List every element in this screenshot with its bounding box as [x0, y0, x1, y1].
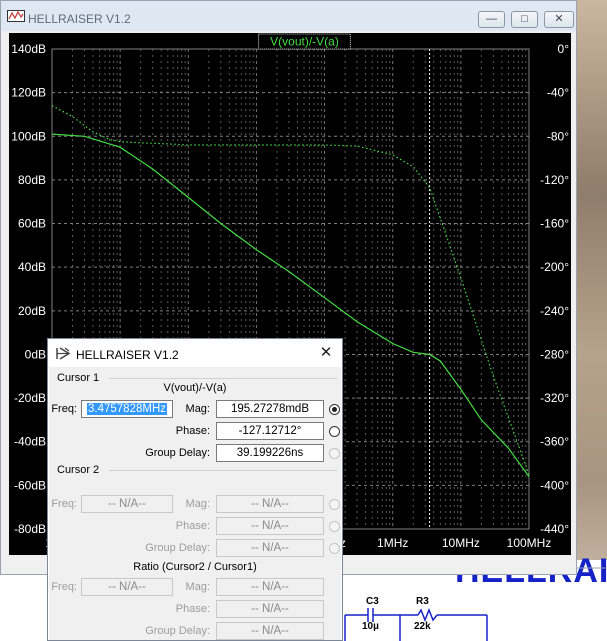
cursor1-mag-radio[interactable]	[329, 404, 340, 415]
y-tick-label-right: -80°	[547, 129, 569, 143]
y-tick-label-right: -400°	[540, 478, 569, 492]
cursor1-freq-field[interactable]: 3.4757828MHz	[81, 400, 173, 418]
maximize-icon: □	[521, 13, 528, 25]
close-icon: ✕	[319, 344, 333, 361]
x-tick-label: 1MHz	[377, 536, 408, 550]
ratio-freq-field[interactable]: -- N/A--	[81, 578, 173, 596]
opamp-app-icon	[56, 347, 71, 360]
y-tick-label-left: -60dB	[14, 478, 46, 492]
cursor1-mag-field[interactable]: 195.27278mdB	[216, 400, 324, 418]
desktop-background	[577, 0, 607, 641]
close-icon: ✕	[554, 13, 564, 25]
cursor1-freq-value: 3.4757828MHz	[87, 403, 167, 415]
y-tick-label-right: -320°	[540, 391, 569, 405]
y-tick-label-left: 60dB	[18, 217, 46, 231]
cursor1-freq-label: Freq:	[51, 403, 77, 415]
y-tick-label-left: -20dB	[14, 391, 46, 405]
cursor2-group-label: Cursor 2	[57, 464, 100, 476]
cursor-dialog-titlebar[interactable]: HELLRAISER V1.2 ✕	[48, 339, 342, 367]
schematic-r3-ref: R3	[416, 596, 429, 607]
schematic-r3-value: 22k	[414, 621, 431, 632]
waveform-app-icon	[7, 10, 25, 22]
dialog-close-button[interactable]: ✕	[318, 345, 334, 361]
cursor2-phase-radio[interactable]	[329, 521, 340, 532]
cursor2-delay-radio[interactable]	[329, 543, 340, 554]
minimize-button[interactable]: —	[478, 11, 505, 28]
y-tick-label-left: 80dB	[18, 173, 46, 187]
cursor1-phase-radio[interactable]	[329, 426, 340, 437]
y-tick-label-right: -280°	[540, 347, 569, 361]
cursor1-delay-field[interactable]: 39.199226ns	[216, 444, 324, 462]
cursor2-mag-label: Mag:	[185, 498, 210, 510]
cursor1-mag-label: Mag:	[185, 403, 210, 415]
cursor2-mag-radio[interactable]	[329, 499, 340, 510]
plot-window-titlebar[interactable]: HELLRAISER V1.2 — □ ✕	[1, 1, 576, 31]
cursor2-freq-field[interactable]: -- N/A--	[81, 495, 173, 513]
y-tick-label-right: -240°	[540, 304, 569, 318]
close-button[interactable]: ✕	[544, 11, 574, 28]
cursor1-trace-name: V(vout)/-V(a)	[163, 382, 227, 394]
y-tick-label-right: -120°	[540, 173, 569, 187]
plot-window-title: HELLRAISER V1.2	[28, 12, 131, 26]
y-tick-label-left: 0dB	[25, 347, 46, 361]
cursor1-delay-label: Group Delay:	[145, 447, 210, 459]
cursor2-phase-label: Phase:	[175, 520, 210, 532]
ratio-delay-field[interactable]: -- N/A--	[216, 622, 324, 640]
ratio-mag-label: Mag:	[185, 581, 210, 593]
y-tick-label-right: -360°	[540, 435, 569, 449]
ratio-group-label: Ratio (Cursor2 / Cursor1)	[133, 561, 257, 573]
y-tick-label-right: -200°	[540, 260, 569, 274]
schematic-c3-value: 10µ	[362, 621, 379, 632]
cursor2-mag-field[interactable]: -- N/A--	[216, 495, 324, 513]
y-tick-label-left: 100dB	[11, 129, 46, 143]
cursor1-group-divider	[109, 378, 337, 379]
cursor-dialog-title: HELLRAISER V1.2	[76, 348, 179, 362]
cursor1-phase-field[interactable]: -127.12712°	[216, 422, 324, 440]
cursor1-phase-label: Phase:	[175, 425, 210, 437]
cursor2-phase-field[interactable]: -- N/A--	[216, 517, 324, 535]
ratio-freq-label: Freq:	[51, 581, 77, 593]
ratio-phase-field[interactable]: -- N/A--	[216, 600, 324, 618]
y-tick-label-left: 20dB	[18, 304, 46, 318]
y-tick-label-left: 140dB	[11, 42, 46, 56]
cursor1-delay-radio[interactable]	[329, 448, 340, 459]
y-tick-label-right: -440°	[540, 522, 569, 536]
y-tick-label-left: 40dB	[18, 260, 46, 274]
cursor2-delay-field[interactable]: -- N/A--	[216, 539, 324, 557]
y-tick-label-left: -80dB	[14, 522, 46, 536]
schematic-c3-ref: C3	[366, 596, 379, 607]
ratio-delay-label: Group Delay:	[145, 625, 210, 637]
cursor2-freq-label: Freq:	[51, 498, 77, 510]
x-tick-label: 100MHz	[507, 536, 552, 550]
y-tick-label-right: -160°	[540, 217, 569, 231]
trace-label: V(vout)/-V(a)	[270, 35, 339, 49]
y-tick-label-left: 120dB	[11, 86, 46, 100]
x-tick-label: 10MHz	[442, 536, 480, 550]
cursor-dialog: HELLRAISER V1.2 ✕ Cursor 1 V(vout)/-V(a)…	[47, 338, 343, 641]
cursor2-group-divider	[109, 470, 337, 471]
cursor2-delay-label: Group Delay:	[145, 542, 210, 554]
maximize-button[interactable]: □	[511, 11, 538, 28]
y-tick-label-left: -40dB	[14, 435, 46, 449]
y-tick-label-right: 0°	[558, 42, 570, 56]
minimize-icon: —	[486, 13, 497, 25]
ratio-phase-label: Phase:	[175, 603, 210, 615]
y-tick-label-right: -40°	[547, 86, 569, 100]
ratio-mag-field[interactable]: -- N/A--	[216, 578, 324, 596]
cursor-dialog-body: Cursor 1 V(vout)/-V(a) Freq: 3.4757828MH…	[49, 367, 341, 640]
